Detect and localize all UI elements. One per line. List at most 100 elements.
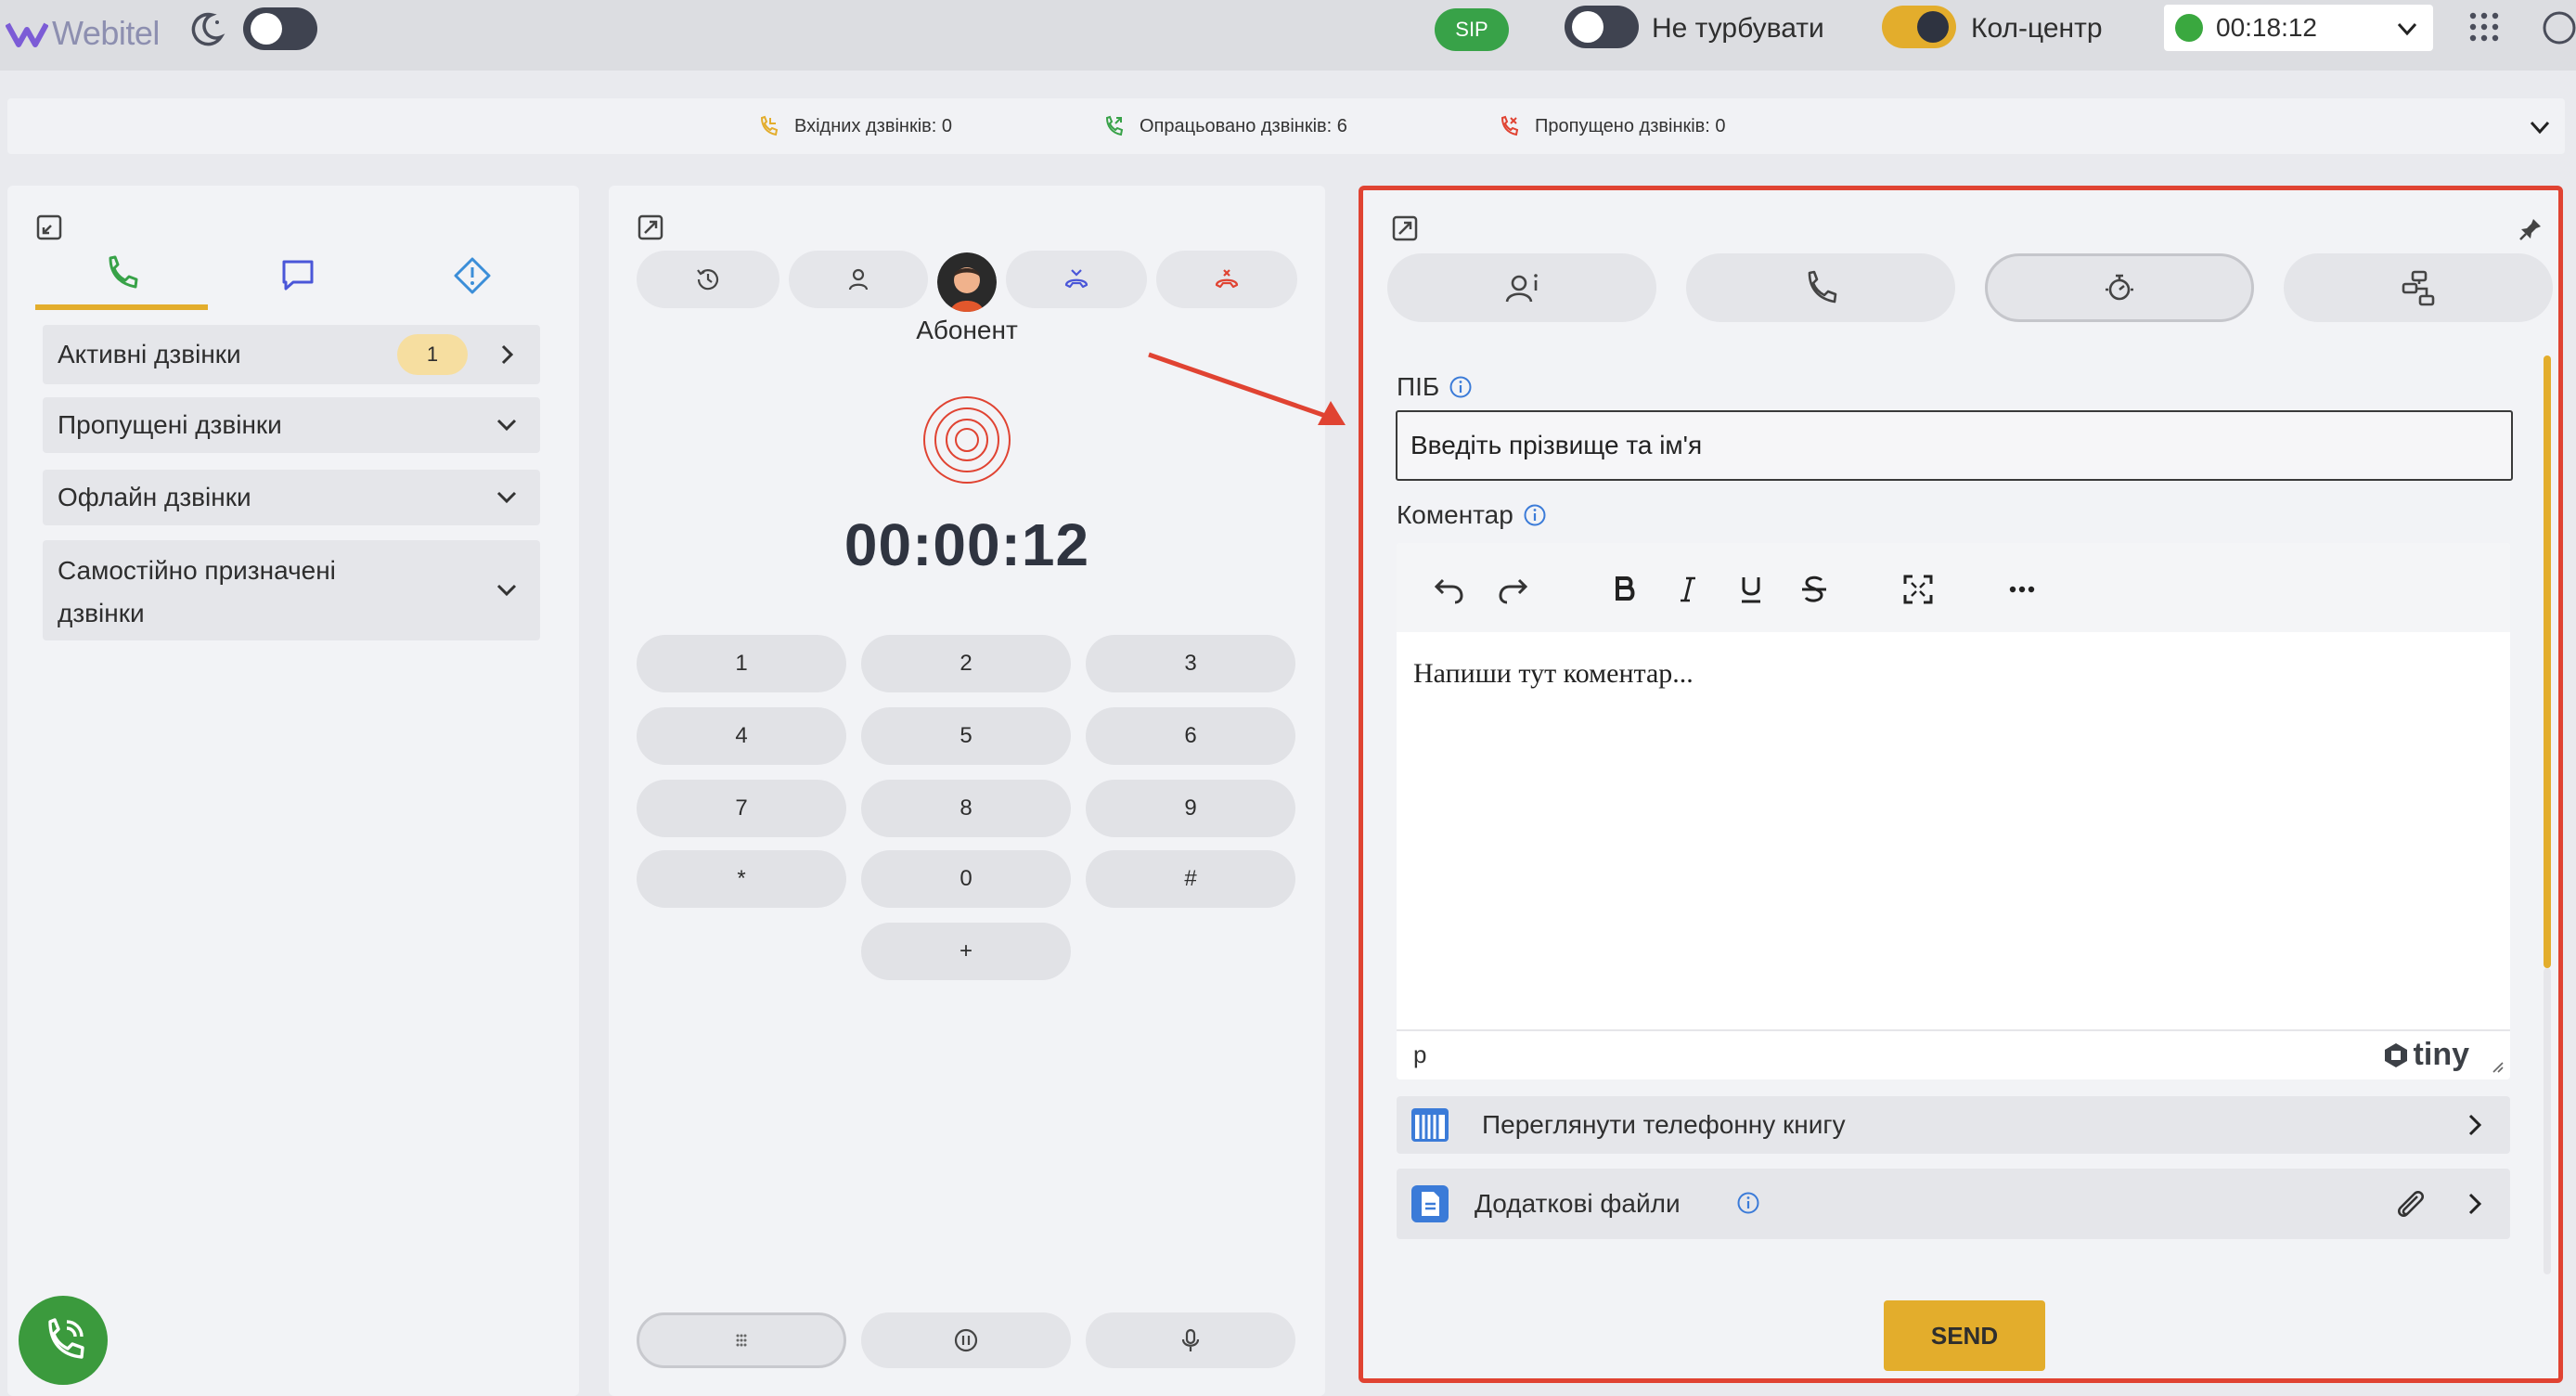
apps-grid-icon[interactable] — [2468, 11, 2500, 43]
mute-button[interactable] — [1086, 1312, 1295, 1368]
chevron-right-icon — [501, 344, 514, 365]
chevron-right-icon — [2468, 1114, 2482, 1136]
self-assigned-calls-item[interactable]: Самостійно призначені дзвінки — [43, 540, 540, 640]
dark-mode-toggle[interactable] — [243, 7, 317, 50]
file-icon — [1411, 1185, 1449, 1222]
expand-panel-icon[interactable] — [637, 213, 664, 241]
tab-tasks[interactable] — [386, 241, 559, 310]
paperclip-icon[interactable] — [2391, 1185, 2428, 1222]
incoming-call-icon — [760, 115, 779, 136]
hold-button[interactable] — [861, 1312, 1071, 1368]
agent-status-select[interactable]: 00:18:12 — [2164, 5, 2433, 51]
mic-icon — [1181, 1328, 1200, 1351]
underline-icon[interactable] — [1732, 571, 1770, 608]
chevron-right-icon — [2468, 1193, 2482, 1215]
tab-calls[interactable] — [35, 241, 208, 310]
dialpad-toggle-button[interactable] — [637, 1312, 846, 1368]
collapse-panel-icon[interactable] — [35, 213, 63, 241]
tab-postprocessing[interactable] — [1985, 253, 2254, 322]
attachments-row[interactable]: Додаткові файли — [1397, 1169, 2510, 1239]
fullscreen-icon[interactable] — [1900, 571, 1937, 608]
tab-flow[interactable] — [2284, 253, 2553, 322]
phone-fab-button[interactable] — [19, 1296, 108, 1385]
call-stats-bar: Вхідних дзвінків: 0 Опрацьовано дзвінків… — [7, 98, 2565, 154]
tab-client-info[interactable] — [1387, 253, 1656, 322]
active-calls-count: 1 — [397, 334, 468, 375]
tab-history[interactable] — [637, 251, 779, 308]
subscriber-name: Абонент — [916, 316, 1018, 344]
name-field-label: ПІБ — [1397, 372, 1473, 402]
info-icon[interactable] — [1523, 503, 1547, 527]
undo-icon[interactable] — [1430, 571, 1467, 608]
key-3[interactable]: 3 — [1086, 635, 1295, 692]
active-calls-item[interactable]: Активні дзвінки 1 — [43, 325, 540, 384]
self-assigned-label-line2: дзвінки — [58, 599, 145, 627]
italic-icon[interactable] — [1669, 571, 1707, 608]
moon-icon[interactable] — [186, 9, 226, 50]
phonebook-icon — [1411, 1108, 1449, 1142]
dialpad-icon — [736, 1334, 747, 1347]
key-9[interactable]: 9 — [1086, 780, 1295, 837]
key-star[interactable]: * — [637, 850, 846, 908]
panel-scrollbar-track[interactable] — [2544, 968, 2551, 1274]
editor-statusbar: p tiny — [1397, 1029, 2510, 1079]
key-5[interactable]: 5 — [861, 707, 1071, 765]
key-2[interactable]: 2 — [861, 635, 1071, 692]
chevron-down-icon[interactable] — [2526, 113, 2554, 141]
sip-status-badge: SIP — [1435, 8, 1509, 51]
logo-mark-icon — [6, 22, 48, 47]
offline-calls-item[interactable]: Офлайн дзвінки — [43, 470, 540, 525]
editor-content[interactable]: Напиши тут коментар... — [1413, 658, 1694, 690]
stat-missed: Пропущено дзвінків: 0 — [1498, 115, 1726, 137]
phone-icon — [1808, 270, 1837, 304]
bold-icon[interactable] — [1606, 571, 1643, 608]
phonebook-row[interactable]: Переглянути телефонну книгу — [1397, 1096, 2510, 1154]
avatar-image — [937, 252, 997, 312]
editor-toolbar — [1397, 543, 2510, 632]
name-label-text: ПІБ — [1397, 372, 1440, 401]
panel-scrollbar-thumb[interactable] — [2544, 355, 2551, 968]
more-options-icon[interactable] — [2003, 571, 2041, 608]
user-menu-icon[interactable] — [2541, 9, 2576, 46]
full-name-input[interactable] — [1396, 410, 2513, 481]
dnd-toggle[interactable] — [1565, 6, 1639, 48]
tab-transfer[interactable] — [1006, 251, 1147, 308]
send-button[interactable]: SEND — [1884, 1300, 2045, 1371]
processed-call-icon — [1105, 115, 1124, 136]
key-0[interactable]: 0 — [861, 850, 1071, 908]
tab-call-info[interactable] — [1686, 253, 1955, 322]
key-plus[interactable]: + — [861, 923, 1071, 980]
missed-calls-label: Пропущені дзвінки — [58, 410, 282, 439]
dnd-label: Не турбувати — [1652, 13, 1824, 44]
offline-calls-label: Офлайн дзвінки — [58, 483, 251, 511]
missed-calls-item[interactable]: Пропущені дзвінки — [43, 397, 540, 453]
strikethrough-icon[interactable] — [1796, 571, 1833, 608]
call-duration: 00:00:12 — [844, 511, 1090, 578]
key-1[interactable]: 1 — [637, 635, 846, 692]
key-4[interactable]: 4 — [637, 707, 846, 765]
tab-hangup[interactable] — [1156, 251, 1297, 308]
key-hash[interactable]: # — [1086, 850, 1295, 908]
comment-editor: Напиши тут коментар... p tiny — [1397, 543, 2510, 1079]
phonebook-label: Переглянути телефонну книгу — [1482, 1110, 1846, 1139]
info-icon[interactable] — [1736, 1191, 1760, 1215]
tab-chats[interactable] — [212, 241, 384, 310]
chevron-down-icon — [496, 419, 517, 432]
stat-processed: Опрацьовано дзвінків: 6 — [1102, 115, 1347, 137]
info-icon[interactable] — [1449, 375, 1473, 399]
tab-contact[interactable] — [789, 251, 928, 308]
comment-label-text: Коментар — [1397, 500, 1513, 529]
key-7[interactable]: 7 — [637, 780, 846, 837]
flow-icon — [2402, 270, 2435, 306]
resize-handle-icon[interactable] — [2488, 1057, 2505, 1074]
key-8[interactable]: 8 — [861, 780, 1071, 837]
pin-icon[interactable] — [2518, 216, 2544, 242]
callcenter-toggle[interactable] — [1882, 6, 1956, 48]
stat-processed-text: Опрацьовано дзвінків: 6 — [1140, 115, 1347, 136]
redo-icon[interactable] — [1495, 571, 1532, 608]
active-calls-label: Активні дзвінки — [58, 340, 241, 368]
top-bar: Webitel SIP Не турбувати Кол-центр 00:18… — [0, 0, 2576, 71]
expand-panel-icon[interactable] — [1391, 214, 1419, 242]
contact-icon — [848, 268, 869, 291]
key-6[interactable]: 6 — [1086, 707, 1295, 765]
